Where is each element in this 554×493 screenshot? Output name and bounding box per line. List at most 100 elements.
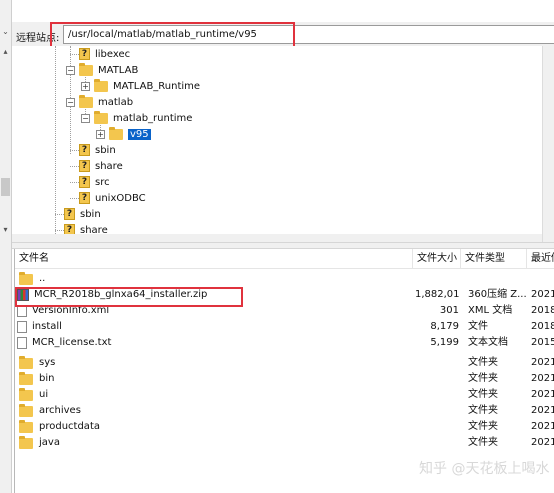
file-row[interactable]: ui 文件夹 2021: [15, 387, 554, 403]
file-name: productdata: [39, 421, 100, 432]
folder-icon: [19, 387, 33, 401]
file-row[interactable]: archives 文件夹 2021: [15, 403, 554, 419]
question-folder-icon: ?: [79, 160, 90, 172]
folder-icon: [19, 271, 33, 285]
tree-item-label-selected: v95: [128, 128, 151, 140]
file-modified: 2021: [531, 405, 554, 416]
folder-icon: [19, 355, 33, 369]
remote-site-label: 远程站点:: [16, 33, 60, 44]
file-type: 文件夹: [468, 389, 498, 400]
folder-icon: [94, 78, 108, 92]
file-type: 360压缩 Z...: [468, 289, 527, 300]
file-row[interactable]: productdata 文件夹 2021: [15, 419, 554, 435]
zip-archive-icon: [17, 289, 29, 301]
file-type: 文件: [468, 321, 488, 332]
tree-item[interactable]: ? sbin: [51, 206, 101, 222]
tree-item-label: matlab_runtime: [113, 112, 193, 124]
folder-icon: [19, 419, 33, 433]
file-name: MCR_license.txt: [32, 337, 112, 348]
collapse-icon[interactable]: −: [66, 65, 75, 75]
tree-item-label: libexec: [95, 48, 131, 60]
tree-item-label: MATLAB: [98, 64, 139, 76]
question-folder-icon: ?: [79, 176, 90, 188]
scroll-down-icon[interactable]: ▾: [0, 224, 11, 235]
file-size: [415, 371, 459, 387]
folder-icon: [94, 110, 108, 124]
document-icon: [17, 337, 27, 349]
file-modified: 2015: [531, 337, 554, 348]
local-pane-scrollbar-thumb[interactable]: [1, 178, 10, 196]
file-row[interactable]: MCR_license.txt 5,199 文本文档 2015: [15, 335, 554, 351]
question-folder-icon: ?: [79, 144, 90, 156]
file-modified: 2021: [531, 357, 554, 368]
expand-icon[interactable]: +: [81, 81, 90, 91]
file-size: [415, 419, 459, 435]
file-type: 文件夹: [468, 357, 498, 368]
question-folder-icon: ?: [64, 208, 75, 220]
file-name: archives: [39, 405, 81, 416]
ftp-client-window: ⌄ ▴ ▾ 远程站点: /usr/local/matlab/matlab_run…: [0, 0, 554, 493]
tree-vertical-scrollbar[interactable]: [542, 46, 554, 242]
scroll-up-icon[interactable]: ▴: [0, 46, 11, 57]
file-size: [415, 355, 459, 371]
file-row[interactable]: bin 文件夹 2021: [15, 371, 554, 387]
tree-item[interactable]: ? share: [66, 158, 123, 174]
chevron-down-icon[interactable]: ⌄: [0, 26, 11, 37]
file-modified: 2021: [531, 421, 554, 432]
tree-item-matlab-runtime[interactable]: − matlab_runtime: [81, 110, 192, 126]
document-icon: [17, 321, 27, 333]
tree-item-matlab-upper[interactable]: − MATLAB: [66, 62, 138, 78]
file-type: 文件夹: [468, 373, 498, 384]
file-modified: 2021: [531, 373, 554, 384]
tree-item[interactable]: ? src: [66, 174, 110, 190]
file-row[interactable]: install 8,179 文件 2018: [15, 319, 554, 335]
tree-item-v95[interactable]: + v95: [96, 126, 151, 142]
tree-item-matlab[interactable]: − matlab: [66, 94, 133, 110]
tree-item-label: share: [95, 160, 123, 172]
tree-item-label: matlab: [98, 96, 134, 108]
tree-item[interactable]: ? libexec: [66, 46, 130, 62]
file-row[interactable]: java 文件夹 2021: [15, 435, 554, 451]
file-name: ..: [39, 273, 46, 284]
tree-item-matlab-runtime-upper[interactable]: + MATLAB_Runtime: [81, 78, 200, 94]
file-row-installer-zip[interactable]: MCR_R2018b_glnxa64_installer.zip 1,882,0…: [15, 287, 554, 303]
folder-icon: [19, 403, 33, 417]
file-list-header: 文件名 文件大小 文件类型 最近修: [15, 249, 554, 269]
pane-splitter[interactable]: [12, 242, 554, 249]
file-size: 1,882,01...: [415, 289, 459, 300]
file-modified: 2021: [531, 437, 554, 448]
column-header-modified[interactable]: 最近修: [527, 249, 554, 269]
collapse-icon[interactable]: −: [66, 97, 75, 107]
file-name: sys: [39, 357, 56, 368]
column-header-type[interactable]: 文件类型: [461, 249, 527, 269]
file-size: 8,179: [430, 321, 459, 332]
remote-file-list: 文件名 文件大小 文件类型 最近修 .. MCR_R2018b_glnxa64_…: [14, 249, 554, 493]
collapse-icon[interactable]: −: [81, 113, 90, 123]
column-header-size[interactable]: 文件大小: [413, 249, 461, 269]
tree-horizontal-scrollbar[interactable]: [12, 234, 542, 242]
local-pane-edge: ⌄ ▴ ▾: [0, 0, 12, 493]
column-header-name[interactable]: 文件名: [15, 249, 413, 269]
folder-icon: [19, 435, 33, 449]
file-row[interactable]: VersionInfo.xml 301 XML 文档 2018: [15, 303, 554, 319]
file-row[interactable]: sys 文件夹 2021: [15, 355, 554, 371]
tree-item-label: MATLAB_Runtime: [113, 80, 201, 92]
tree-item-label: sbin: [95, 144, 116, 156]
file-name: bin: [39, 373, 55, 384]
remote-directory-tree: ? libexec − MATLAB + MATLAB_Runtime − ma…: [12, 46, 542, 242]
file-modified: 2018: [531, 305, 554, 316]
file-row-parent[interactable]: ..: [15, 271, 554, 287]
tree-item[interactable]: ? sbin: [66, 142, 116, 158]
folder-icon: [79, 94, 93, 108]
expand-icon[interactable]: +: [96, 129, 105, 139]
file-size: 5,199: [430, 337, 459, 348]
file-modified: 2021: [531, 289, 554, 300]
remote-site-path-input[interactable]: /usr/local/matlab/matlab_runtime/v95: [63, 25, 554, 44]
watermark-text: 知乎 @天花板上喝水: [419, 461, 550, 477]
file-type: [466, 271, 528, 287]
file-type: 文件夹: [468, 437, 498, 448]
file-name: VersionInfo.xml: [32, 305, 110, 316]
file-type: 文件夹: [468, 405, 498, 416]
tree-item[interactable]: ? unixODBC: [66, 190, 146, 206]
document-icon: [17, 305, 27, 317]
